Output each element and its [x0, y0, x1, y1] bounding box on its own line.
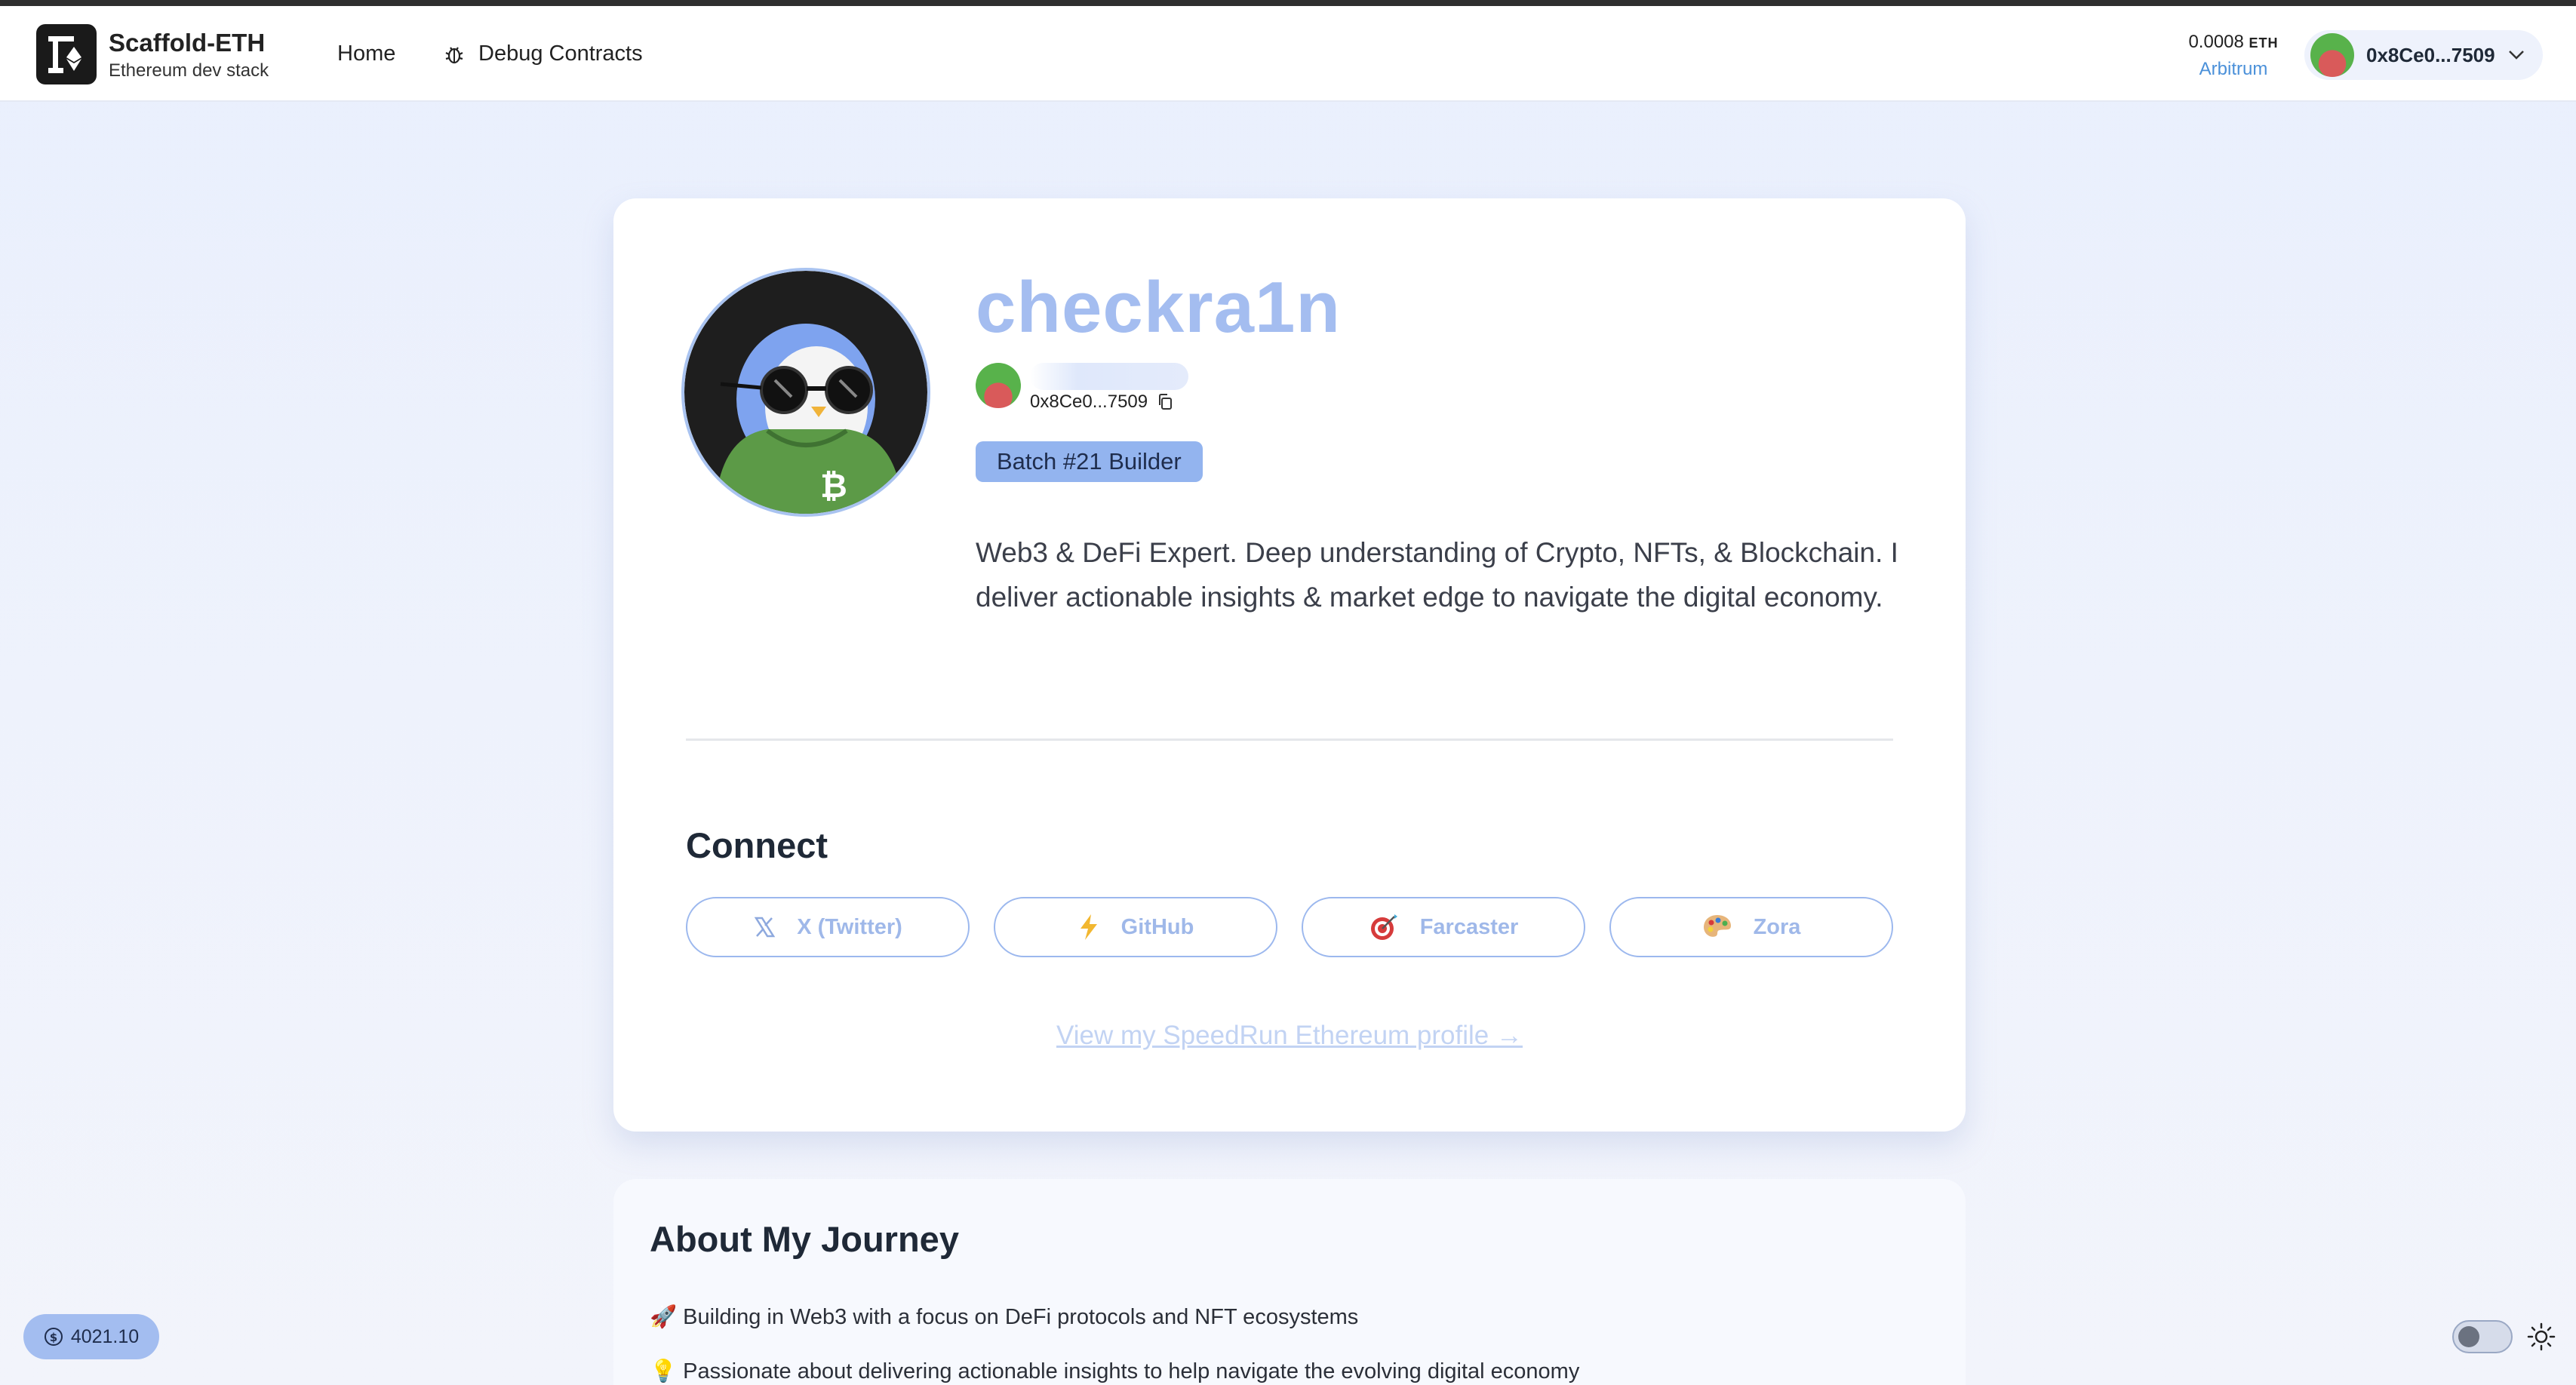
nav-debug-contracts-link[interactable]: Debug Contracts [444, 41, 643, 66]
profile-name: checkra1n [976, 267, 1341, 348]
connect-heading: Connect [686, 825, 828, 865]
logo-icon [48, 36, 81, 73]
address-avatar [976, 363, 1021, 408]
balance-value: 0.0008 [2188, 32, 2244, 52]
app-subtitle: Ethereum dev stack [109, 60, 269, 81]
lightning-icon [1080, 914, 1097, 940]
section-divider [686, 739, 1893, 741]
zora-link-button[interactable]: Zora [1609, 897, 1893, 957]
penguin-avatar-image: ₿ [684, 271, 927, 514]
sun-icon[interactable] [2526, 1322, 2556, 1352]
bug-icon [445, 46, 463, 63]
farcaster-link-label: Farcaster [1419, 914, 1519, 939]
chevron-down-icon [2508, 51, 2524, 60]
toggle-knob [2458, 1326, 2479, 1347]
twitter-link-button[interactable]: X (Twitter) [686, 897, 970, 957]
nav-home-link[interactable]: Home [337, 41, 395, 66]
scaffold-eth-logo[interactable] [36, 24, 97, 84]
zora-link-label: Zora [1753, 914, 1801, 939]
profile-bio: Web3 & DeFi Expert. Deep understanding o… [976, 537, 1898, 613]
ens-name-placeholder [1030, 363, 1188, 390]
top-navbar: Scaffold-ETH Ethereum dev stack Home Deb… [0, 6, 2576, 102]
profile-address: 0x8Ce0...7509 [976, 363, 1217, 412]
nav-debug-label: Debug Contracts [478, 41, 643, 66]
journey-item: 🚀 Building in Web3 with a focus on DeFi … [650, 1305, 1359, 1329]
eth-balance: 0.0008 ETH Arbitrum [2173, 32, 2294, 80]
svg-text:₿: ₿ [820, 467, 847, 505]
network-name: Arbitrum [2199, 59, 2268, 79]
twitter-link-label: X (Twitter) [797, 914, 902, 939]
balance-unit: ETH [2249, 35, 2279, 51]
github-link-label: GitHub [1120, 914, 1194, 939]
palette-icon [1703, 915, 1731, 937]
profile-card: ₿ checkra1n 0x8Ce0...7509 Batch #21 Buil… [613, 198, 1966, 1132]
journey-item: 💡 Passionate about delivering actionable… [650, 1359, 1580, 1383]
github-link-button[interactable]: GitHub [994, 897, 1277, 957]
dollar-icon: $ [44, 1328, 63, 1346]
wallet-account-button[interactable]: 0x8Ce0...7509 [2304, 30, 2543, 80]
profile-avatar: ₿ [681, 268, 930, 517]
journey-card: About My Journey 🚀 Building in Web3 with… [613, 1179, 1966, 1385]
svg-text:$: $ [50, 1331, 57, 1344]
app-title: Scaffold-ETH [109, 29, 266, 57]
wallet-avatar [2310, 33, 2354, 77]
copy-icon[interactable] [1157, 393, 1173, 411]
target-icon [1370, 914, 1397, 940]
x-icon [754, 917, 776, 938]
theme-toggle[interactable] [2452, 1320, 2513, 1353]
farcaster-link-button[interactable]: Farcaster [1302, 897, 1585, 957]
journey-heading: About My Journey [650, 1219, 959, 1259]
speedrun-profile-link[interactable]: View my SpeedRun Ethereum profile → [613, 1021, 1966, 1051]
batch-badge: Batch #21 Builder [976, 441, 1203, 482]
window-top-bar [0, 0, 2576, 6]
eth-price-pill[interactable]: $ 4021.10 [23, 1314, 159, 1359]
address-text: 0x8Ce0...7509 [1030, 392, 1148, 412]
wallet-address: 0x8Ce0...7509 [2366, 43, 2495, 66]
eth-price-value: 4021.10 [70, 1325, 140, 1347]
